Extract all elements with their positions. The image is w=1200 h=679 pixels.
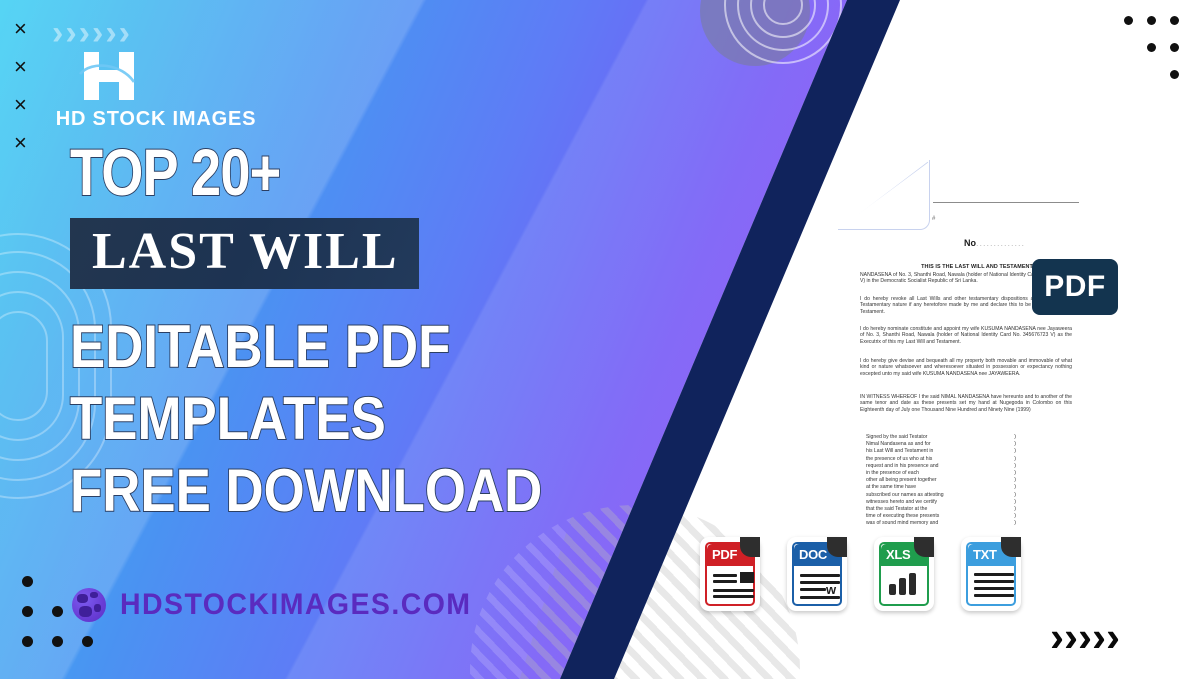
close-icon: × xyxy=(14,92,27,117)
signature-line: time of executing these presents xyxy=(866,513,940,520)
file-type-icons: PDF DOC w XLS TXT xyxy=(700,537,1021,611)
document-number-label: No xyxy=(964,238,976,248)
decor-chevrons-top: › › › › › › xyxy=(52,16,130,50)
document-signature-block: Signed by the said Testator) Nimal Nanda… xyxy=(866,434,1016,528)
txt-file-icon[interactable]: TXT xyxy=(961,537,1021,611)
close-icon: × xyxy=(14,130,27,155)
document-paragraph: IN WITNESS WHEREOF I the said NIMAL NAND… xyxy=(860,394,1072,413)
signature-line: other all being present together xyxy=(866,477,937,484)
pdf-badge[interactable]: PDF xyxy=(1032,259,1118,315)
signature-line: was of sound mind memory and xyxy=(866,520,939,527)
brace-glyph: ) xyxy=(1014,498,1016,505)
brace-glyph: ) xyxy=(1014,441,1016,448)
headline-block: TOP 20+ LAST WILL EDITABLE PDF TEMPLATES… xyxy=(69,135,710,527)
document-preview[interactable]: # No.............. THIS IS THE LAST WILL… xyxy=(838,146,1088,526)
chevron-icon: › xyxy=(1050,613,1064,660)
chevron-icon: › xyxy=(1106,613,1120,660)
decor-x-marks: × × × × xyxy=(14,18,27,154)
hd-monogram-icon xyxy=(78,48,140,104)
document-paragraph: I do hereby nominate constitute and appo… xyxy=(860,326,1072,345)
signature-line: that the said Testator at the xyxy=(866,506,928,513)
chevron-icon: › xyxy=(65,14,77,52)
brace-glyph: ) xyxy=(1014,462,1016,469)
brace-glyph: ) xyxy=(1014,470,1016,477)
document-number-field: No.............. xyxy=(964,238,1026,248)
headline-subject-box: LAST WILL xyxy=(70,218,419,289)
file-icon-label: PDF xyxy=(712,547,738,562)
headline-line-1: EDITABLE PDF TEMPLATES xyxy=(69,312,451,453)
signature-line: request and in his presence and xyxy=(866,462,939,469)
chevron-icon: › xyxy=(52,14,64,52)
signature-line: his Last Will and Testament in xyxy=(866,448,934,455)
brace-glyph: ) xyxy=(1014,455,1016,462)
brand-lockup: HD STOCK IMAGES xyxy=(36,48,336,131)
chevron-icon: › xyxy=(91,14,104,52)
signature-line: at the same time have xyxy=(866,484,917,491)
brace-glyph: ) xyxy=(1014,448,1016,455)
chevron-icon: › xyxy=(1064,613,1078,660)
doc-file-icon[interactable]: DOC w xyxy=(787,537,847,611)
brand-name: HD STOCK IMAGES xyxy=(55,108,257,130)
footer-domain[interactable]: HDSTOCKIMAGES.COM xyxy=(72,588,490,622)
document-paragraph: I do hereby give devise and bequeath all… xyxy=(860,358,1072,377)
chevron-icon: › xyxy=(78,14,90,52)
pdf-file-icon[interactable]: PDF xyxy=(700,537,760,611)
brace-glyph: ) xyxy=(1014,484,1016,491)
headline-line-2: FREE DOWNLOAD xyxy=(69,456,543,525)
brace-glyph: ) xyxy=(1014,434,1016,440)
headline-subject: LAST WILL xyxy=(92,223,399,280)
chevron-icon: › xyxy=(1078,613,1092,660)
signature-line: witnesses hereto and we certify xyxy=(866,498,938,505)
signature-line: the presence of us who at his xyxy=(866,455,933,462)
signature-line: Nimal Nandasena as and for xyxy=(866,441,931,448)
pdf-badge-label: PDF xyxy=(1044,270,1106,303)
signature-line: Signed by the said Testator xyxy=(866,434,928,440)
chevron-icon: › xyxy=(105,14,117,52)
decor-chevrons-bottom-right: › › › › › xyxy=(1050,616,1120,658)
close-icon: × xyxy=(14,54,27,79)
brace-glyph: ) xyxy=(1014,520,1016,527)
decor-dots-top-right xyxy=(1124,16,1186,86)
brace-glyph: ) xyxy=(1014,506,1016,513)
brace-glyph: ) xyxy=(1014,477,1016,484)
signature-line: in the presence of each xyxy=(866,470,919,477)
xls-file-icon[interactable]: XLS xyxy=(874,537,934,611)
file-icon-label: TXT xyxy=(973,547,997,562)
signature-line: subscribed our names as attesting xyxy=(866,491,944,498)
chevron-icon: › xyxy=(1092,613,1106,660)
document-tick-mark: # xyxy=(932,216,936,222)
poster-canvas: › › › › › › × × × × HD STOCK IMAGES TOP … xyxy=(0,0,1200,679)
brace-glyph: ) xyxy=(1014,491,1016,498)
file-icon-label: XLS xyxy=(886,547,911,562)
chevron-icon: › xyxy=(118,14,130,52)
close-icon: × xyxy=(14,16,27,41)
document-header-rule xyxy=(933,202,1079,203)
brace-glyph: ) xyxy=(1014,513,1016,520)
file-icon-label: DOC xyxy=(799,547,827,562)
footer-domain-text: HDSTOCKIMAGES.COM xyxy=(120,588,472,621)
globe-icon xyxy=(72,588,106,622)
headline-eyebrow: TOP 20+ xyxy=(69,135,282,209)
